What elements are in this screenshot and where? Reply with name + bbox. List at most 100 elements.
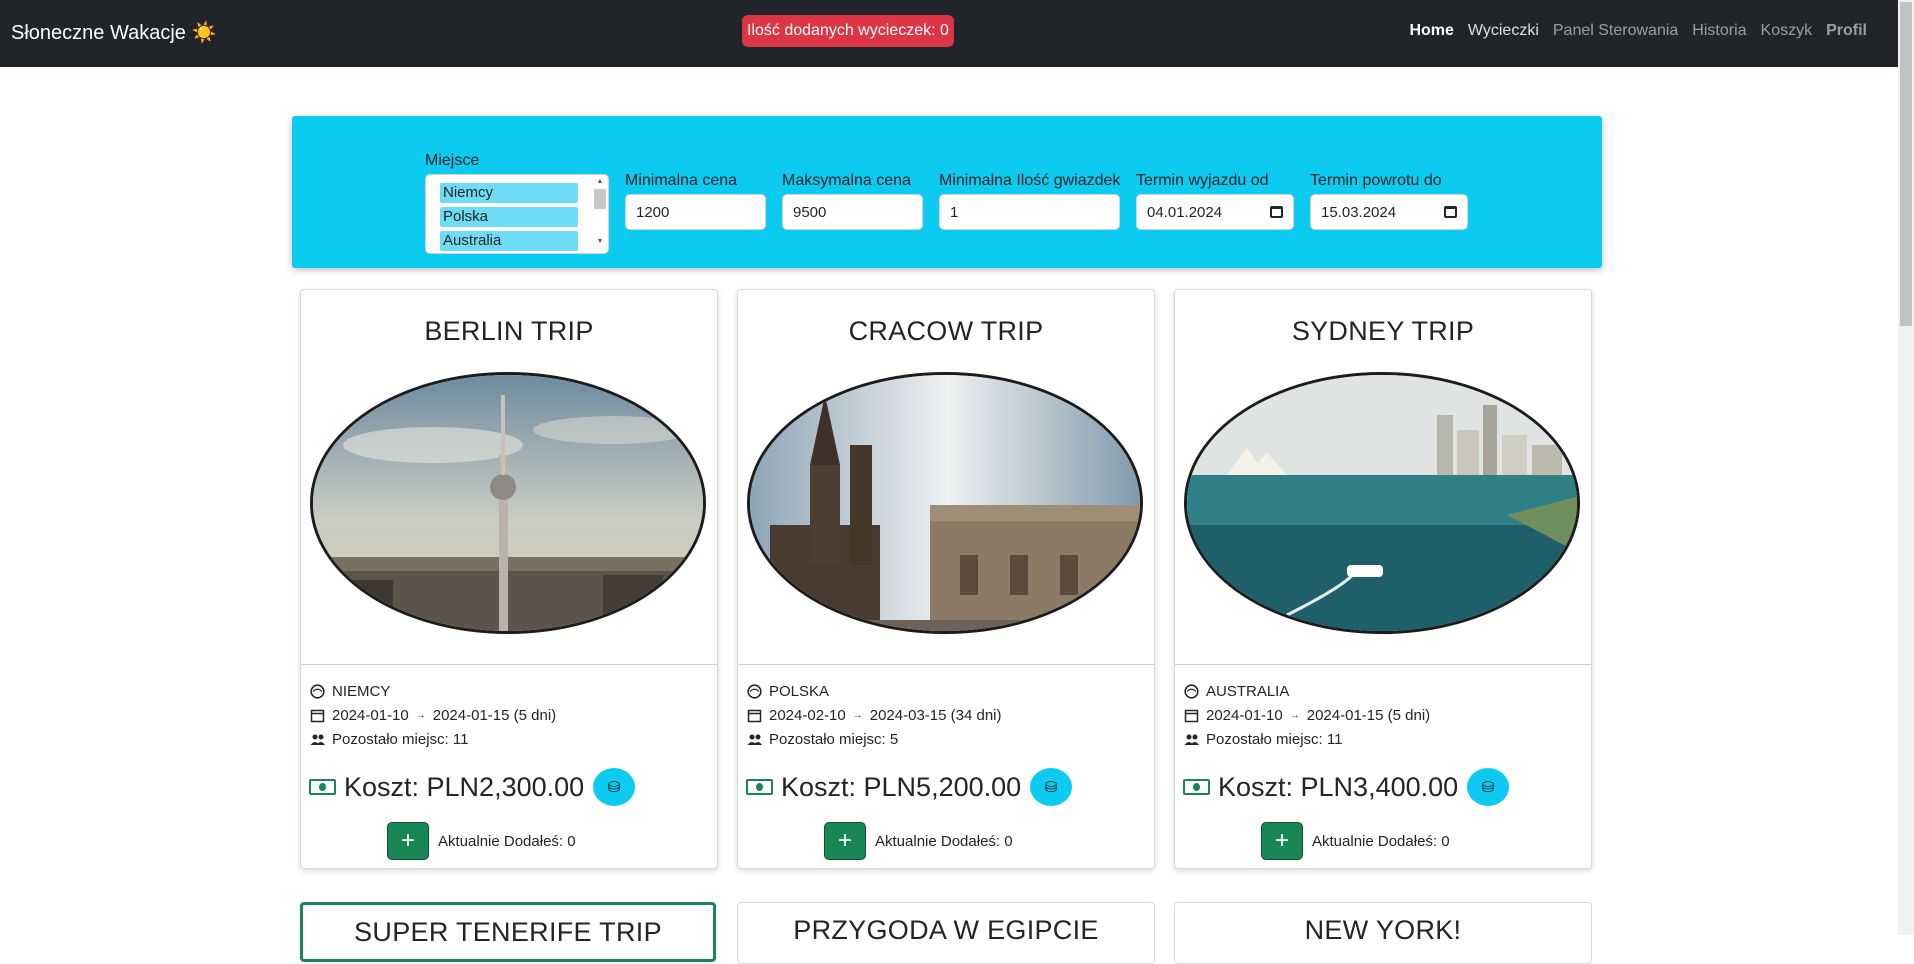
date-to-input[interactable]: 15.03.2024 xyxy=(1310,194,1468,230)
min-price-input[interactable]: 1200 xyxy=(625,194,766,230)
globe-icon xyxy=(309,684,325,700)
trip-card: SYDNEY TRIP AUSTRALIA 2024-01-10 → 2024-… xyxy=(1174,289,1592,869)
calendar-icon xyxy=(309,708,325,724)
trip-start-date: 2024-01-10 xyxy=(1206,707,1283,724)
places-row: Pozostało miejsc: 11 xyxy=(309,731,468,748)
trip-card-tenerife[interactable]: SUPER TENERIFE TRIP xyxy=(300,902,716,962)
trip-title: BERLIN TRIP xyxy=(424,316,594,346)
trip-title: PRZYGODA W EGIPCIE xyxy=(793,915,1099,945)
page-scrollbar[interactable] xyxy=(1898,0,1914,935)
place-option-australia[interactable]: Australia xyxy=(440,231,578,251)
brand-title[interactable]: Słoneczne Wakacje ☀️ xyxy=(11,20,216,45)
arrow-right-icon: → xyxy=(415,710,426,721)
listbox-scroll-thumb[interactable] xyxy=(594,189,606,209)
trip-country: POLSKA xyxy=(769,683,830,700)
add-row: + Aktualnie Dodałeś: 0 xyxy=(387,822,576,860)
nav-profile[interactable]: Profil xyxy=(1819,22,1874,40)
max-price-label: Maksymalna cena xyxy=(782,172,911,189)
place-option-niemcy[interactable]: Niemcy xyxy=(440,183,578,203)
nav-control-panel[interactable]: Panel Sterowania xyxy=(1546,22,1685,40)
arrow-right-icon: → xyxy=(1289,710,1300,721)
coins-icon-button[interactable]: ⛁ xyxy=(593,768,636,806)
calendar-picker-icon[interactable] xyxy=(1444,206,1457,218)
add-trip-button[interactable]: + xyxy=(387,822,429,860)
added-count: Aktualnie Dodałeś: 0 xyxy=(438,832,576,850)
added-count: Aktualnie Dodałeś: 0 xyxy=(875,832,1013,850)
nav-history[interactable]: Historia xyxy=(1685,22,1753,40)
price-row: Koszt: PLN3,400.00 ⛁ xyxy=(1183,768,1510,806)
trip-photo-berlin xyxy=(310,372,706,634)
min-price-filter: Minimalna cena 1200 xyxy=(625,172,766,230)
arrow-right-icon: → xyxy=(852,710,863,721)
date-to-value: 15.03.2024 xyxy=(1321,203,1397,221)
add-trip-button[interactable]: + xyxy=(1261,822,1303,860)
coins-icon-button[interactable]: ⛁ xyxy=(1467,768,1510,806)
coins-icon-button[interactable]: ⛁ xyxy=(1030,768,1073,806)
people-icon xyxy=(1183,732,1199,748)
listbox-scrollbar[interactable]: ▲ ▼ xyxy=(594,177,606,251)
trip-end-date: 2024-03-15 (34 dni) xyxy=(869,707,1002,724)
price-row: Koszt: PLN2,300.00 ⛁ xyxy=(309,768,636,806)
filter-panel: Miejsce Niemcy Polska Australia ▲ ▼ Mini… xyxy=(292,116,1602,268)
places-row: Pozostało miejsc: 5 xyxy=(746,731,898,748)
places-row: Pozostało miejsc: 11 xyxy=(1183,731,1342,748)
nav-links: Home Wycieczki Panel Sterowania Historia… xyxy=(1402,22,1874,40)
date-from-input[interactable]: 04.01.2024 xyxy=(1136,194,1294,230)
date-from-label: Termin wyjazdu od xyxy=(1136,172,1269,189)
calendar-picker-icon[interactable] xyxy=(1270,206,1283,218)
nav-cart[interactable]: Koszyk xyxy=(1754,22,1820,40)
date-to-filter: Termin powrotu do 15.03.2024 xyxy=(1310,172,1468,230)
plus-icon: + xyxy=(1274,827,1289,854)
trip-card-egypt[interactable]: PRZYGODA W EGIPCIE xyxy=(737,902,1155,964)
trip-end-date: 2024-01-15 (5 dni) xyxy=(1306,707,1431,724)
trip-title: NEW YORK! xyxy=(1304,915,1462,945)
country-row: NIEMCY xyxy=(309,683,390,700)
trip-places-left: Pozostało miejsc: 5 xyxy=(769,731,899,748)
trip-price: Koszt: PLN3,400.00 xyxy=(1218,771,1459,802)
trip-title: SYDNEY TRIP xyxy=(1291,316,1475,346)
date-from-filter: Termin wyjazdu od 04.01.2024 xyxy=(1136,172,1294,230)
scroll-down-icon[interactable]: ▼ xyxy=(594,237,606,247)
place-filter: Miejsce Niemcy Polska Australia ▲ ▼ xyxy=(425,152,609,254)
card-divider xyxy=(1175,664,1591,665)
trip-card: CRACOW TRIP POLSKA 2024-02-10 → 2024-03-… xyxy=(737,289,1155,869)
people-icon xyxy=(309,732,325,748)
trip-card-new-york[interactable]: NEW YORK! xyxy=(1174,902,1592,964)
trip-country: AUSTRALIA xyxy=(1206,683,1290,700)
page-scrollbar-thumb[interactable] xyxy=(1900,2,1912,326)
trip-start-date: 2024-02-10 xyxy=(769,707,846,724)
top-navbar: Słoneczne Wakacje ☀️ Ilość dodanych wyci… xyxy=(0,0,1898,67)
dates-row: 2024-02-10 → 2024-03-15 (34 dni) xyxy=(746,707,1002,724)
globe-icon xyxy=(746,684,762,700)
card-divider xyxy=(301,664,717,665)
place-multiselect[interactable]: Niemcy Polska Australia ▲ ▼ xyxy=(425,174,609,254)
add-trip-button[interactable]: + xyxy=(824,822,866,860)
min-stars-input[interactable]: 1 xyxy=(939,194,1120,230)
trip-photo-sydney xyxy=(1184,372,1580,634)
country-row: AUSTRALIA xyxy=(1183,683,1289,700)
people-icon xyxy=(746,732,762,748)
globe-icon xyxy=(1183,684,1199,700)
plus-icon: + xyxy=(837,827,852,854)
min-stars-filter: Minimalna Ilość gwiazdek 1 xyxy=(939,172,1120,230)
trip-end-date: 2024-01-15 (5 dni) xyxy=(432,707,557,724)
trip-title: SUPER TENERIFE TRIP xyxy=(354,917,662,947)
cash-icon xyxy=(1183,779,1210,795)
trip-card: BERLIN TRIP NIEMCY 2024-01-10 → 2024-01-… xyxy=(300,289,718,869)
trip-price: Koszt: PLN2,300.00 xyxy=(344,771,585,802)
place-option-polska[interactable]: Polska xyxy=(440,207,578,227)
min-stars-label: Minimalna Ilość gwiazdek xyxy=(939,172,1121,189)
min-price-label: Minimalna cena xyxy=(625,172,738,189)
trip-photo-cracow xyxy=(747,372,1143,634)
nav-home[interactable]: Home xyxy=(1402,22,1460,40)
trip-price: Koszt: PLN5,200.00 xyxy=(781,771,1022,802)
sydney-harbour-image xyxy=(1187,375,1577,631)
berlin-tv-tower-image xyxy=(313,375,703,631)
country-row: POLSKA xyxy=(746,683,829,700)
date-from-value: 04.01.2024 xyxy=(1147,203,1223,221)
scroll-up-icon[interactable]: ▲ xyxy=(594,177,606,187)
dates-row: 2024-01-10 → 2024-01-15 (5 dni) xyxy=(1183,707,1430,724)
nav-trips[interactable]: Wycieczki xyxy=(1461,22,1546,40)
trip-country: NIEMCY xyxy=(332,683,391,700)
max-price-input[interactable]: 9500 xyxy=(782,194,923,230)
